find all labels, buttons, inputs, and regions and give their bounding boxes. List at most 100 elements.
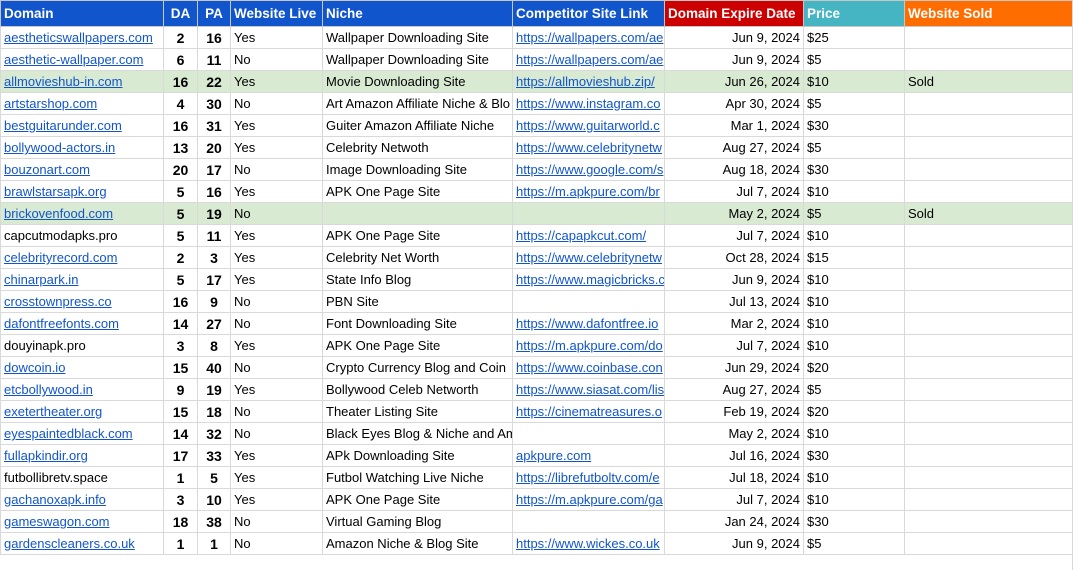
cell-price[interactable]: $10 — [803, 224, 905, 247]
cell-pa[interactable]: 17 — [197, 268, 231, 291]
competitor-link[interactable]: https://capapkcut.com/ — [516, 228, 646, 243]
cell-pa[interactable]: 32 — [197, 422, 231, 445]
cell-competitor-link[interactable] — [512, 290, 665, 313]
cell-expire-date[interactable]: Jul 7, 2024 — [664, 180, 804, 203]
domain-link[interactable]: dowcoin.io — [4, 360, 65, 375]
cell-website-sold[interactable] — [904, 114, 1073, 137]
cell-website-sold[interactable] — [904, 246, 1073, 269]
competitor-link[interactable]: https://www.celebritynetw — [516, 140, 662, 155]
cell-da[interactable]: 18 — [163, 510, 198, 533]
cell-website-sold[interactable] — [904, 312, 1073, 335]
cell-expire-date[interactable]: Jul 7, 2024 — [664, 224, 804, 247]
cell-price[interactable]: $10 — [803, 466, 905, 489]
cell-website-live[interactable]: No — [230, 48, 323, 71]
cell-niche[interactable]: Wallpaper Downloading Site — [322, 26, 513, 49]
cell-domain[interactable]: brickovenfood.com — [0, 202, 164, 225]
cell-niche[interactable]: Guiter Amazon Affiliate Niche — [322, 114, 513, 137]
cell-da[interactable]: 17 — [163, 444, 198, 467]
cell-niche[interactable]: Art Amazon Affiliate Niche & Blo — [322, 92, 513, 115]
cell-pa[interactable]: 19 — [197, 202, 231, 225]
cell-price[interactable]: $10 — [803, 268, 905, 291]
cell-pa[interactable]: 17 — [197, 158, 231, 181]
cell-niche[interactable]: Wallpaper Downloading Site — [322, 48, 513, 71]
cell-expire-date[interactable]: Jun 9, 2024 — [664, 268, 804, 291]
cell-pa[interactable]: 16 — [197, 26, 231, 49]
cell-website-live[interactable]: No — [230, 400, 323, 423]
cell-da[interactable]: 13 — [163, 136, 198, 159]
cell-expire-date[interactable]: Jul 18, 2024 — [664, 466, 804, 489]
cell-expire-date[interactable]: Jul 16, 2024 — [664, 444, 804, 467]
cell-expire-date[interactable]: Mar 1, 2024 — [664, 114, 804, 137]
cell-website-live[interactable]: Yes — [230, 136, 323, 159]
cell-niche[interactable]: Celebrity Net Worth — [322, 246, 513, 269]
cell-website-sold[interactable] — [904, 180, 1073, 203]
cell-domain[interactable]: artstarshop.com — [0, 92, 164, 115]
header-niche[interactable]: Niche — [322, 0, 513, 27]
header-website-live[interactable]: Website Live — [230, 0, 323, 27]
competitor-link[interactable]: https://allmovieshub.zip/ — [516, 74, 655, 89]
cell-price[interactable]: $5 — [803, 48, 905, 71]
cell-expire-date[interactable]: Feb 19, 2024 — [664, 400, 804, 423]
cell-competitor-link[interactable]: https://www.celebritynetw — [512, 246, 665, 269]
cell-expire-date[interactable]: Jun 9, 2024 — [664, 48, 804, 71]
cell-website-sold[interactable] — [904, 422, 1073, 445]
cell-competitor-link[interactable]: https://cinematreasures.o — [512, 400, 665, 423]
cell-pa[interactable]: 5 — [197, 466, 231, 489]
cell-domain[interactable]: bestguitarunder.com — [0, 114, 164, 137]
cell-da[interactable]: 16 — [163, 290, 198, 313]
competitor-link[interactable]: https://www.coinbase.con — [516, 360, 663, 375]
cell-da[interactable]: 5 — [163, 180, 198, 203]
cell-website-sold[interactable]: Sold — [904, 202, 1073, 225]
cell-pa[interactable]: 27 — [197, 312, 231, 335]
cell-da[interactable]: 16 — [163, 70, 198, 93]
cell-website-sold[interactable] — [904, 158, 1073, 181]
cell-domain[interactable]: dowcoin.io — [0, 356, 164, 379]
cell-niche[interactable]: Bollywood Celeb Networth — [322, 378, 513, 401]
cell-pa[interactable]: 40 — [197, 356, 231, 379]
domain-link[interactable]: gameswagon.com — [4, 514, 110, 529]
cell-domain[interactable]: dafontfreefonts.com — [0, 312, 164, 335]
competitor-link[interactable]: https://m.apkpure.com/do — [516, 338, 663, 353]
cell-niche[interactable]: APK One Page Site — [322, 488, 513, 511]
cell-niche[interactable]: Virtual Gaming Blog — [322, 510, 513, 533]
domain-link[interactable]: bollywood-actors.in — [4, 140, 115, 155]
cell-niche[interactable]: APk Downloading Site — [322, 444, 513, 467]
cell-niche[interactable]: Crypto Currency Blog and Coin — [322, 356, 513, 379]
cell-competitor-link[interactable]: https://www.google.com/s — [512, 158, 665, 181]
cell-expire-date[interactable]: Aug 27, 2024 — [664, 136, 804, 159]
cell-pa[interactable]: 3 — [197, 246, 231, 269]
domain-link[interactable]: dafontfreefonts.com — [4, 316, 119, 331]
cell-price[interactable]: $25 — [803, 26, 905, 49]
cell-niche[interactable]: Celebrity Netwoth — [322, 136, 513, 159]
cell-da[interactable]: 4 — [163, 92, 198, 115]
cell-pa[interactable]: 9 — [197, 290, 231, 313]
cell-website-live[interactable]: No — [230, 158, 323, 181]
cell-niche[interactable]: APK One Page Site — [322, 180, 513, 203]
cell-competitor-link[interactable]: https://www.instagram.co — [512, 92, 665, 115]
cell-da[interactable]: 14 — [163, 312, 198, 335]
cell-website-live[interactable]: Yes — [230, 224, 323, 247]
cell-website-sold[interactable] — [904, 488, 1073, 511]
cell-pa[interactable]: 11 — [197, 48, 231, 71]
header-domain[interactable]: Domain — [0, 0, 164, 27]
cell-price[interactable]: $30 — [803, 510, 905, 533]
cell-da[interactable]: 3 — [163, 334, 198, 357]
cell-niche[interactable]: PBN Site — [322, 290, 513, 313]
cell-competitor-link[interactable]: https://www.coinbase.con — [512, 356, 665, 379]
cell-expire-date[interactable]: Mar 2, 2024 — [664, 312, 804, 335]
cell-da[interactable]: 6 — [163, 48, 198, 71]
cell-pa[interactable]: 8 — [197, 334, 231, 357]
cell-competitor-link[interactable] — [512, 202, 665, 225]
cell-da[interactable]: 5 — [163, 224, 198, 247]
cell-website-live[interactable]: No — [230, 312, 323, 335]
cell-domain[interactable]: celebrityrecord.com — [0, 246, 164, 269]
cell-pa[interactable]: 22 — [197, 70, 231, 93]
header-pa[interactable]: PA — [197, 0, 231, 27]
cell-competitor-link[interactable]: https://wallpapers.com/ae — [512, 48, 665, 71]
cell-da[interactable]: 2 — [163, 246, 198, 269]
cell-price[interactable]: $5 — [803, 532, 905, 555]
cell-pa[interactable]: 19 — [197, 378, 231, 401]
cell-website-sold[interactable] — [904, 268, 1073, 291]
header-da[interactable]: DA — [163, 0, 198, 27]
cell-domain[interactable]: chinarpark.in — [0, 268, 164, 291]
